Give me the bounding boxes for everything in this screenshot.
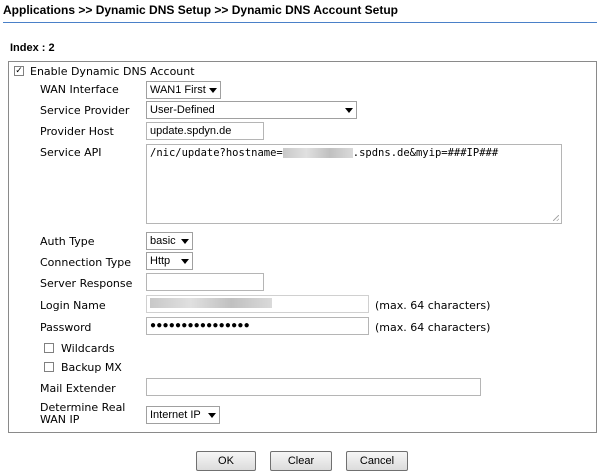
chevron-down-icon [181, 259, 189, 264]
chevron-down-icon [345, 108, 353, 113]
enable-ddns-label: Enable Dynamic DNS Account [30, 65, 195, 78]
login-name-input[interactable] [146, 295, 369, 313]
ddns-account-form: ✓ Enable Dynamic DNS Account WAN Interfa… [8, 61, 597, 433]
wan-interface-label: WAN Interface [40, 83, 119, 96]
connection-type-select[interactable]: Http [146, 252, 193, 270]
clear-button[interactable]: Clear [270, 451, 332, 471]
redacted-hostname [282, 148, 353, 158]
service-api-label: Service API [40, 146, 102, 159]
connection-type-label: Connection Type [40, 256, 132, 269]
resize-grip-icon[interactable] [553, 215, 559, 221]
determine-wan-ip-select[interactable]: Internet IP [146, 406, 220, 424]
login-name-label: Login Name [40, 299, 106, 312]
auth-type-label: Auth Type [40, 235, 95, 248]
service-provider-label: Service Provider [40, 104, 130, 117]
redacted-login [150, 298, 272, 309]
connection-type-value: Http [150, 255, 171, 267]
wan-interface-value: WAN1 First [150, 84, 206, 96]
chevron-down-icon [181, 239, 189, 244]
auth-type-select[interactable]: basic [146, 232, 193, 250]
login-name-hint: (max. 64 characters) [375, 299, 491, 312]
auth-type-value: basic [150, 235, 176, 247]
backup-mx-label: Backup MX [61, 361, 122, 374]
determine-wan-ip-label-line2: WAN IP [40, 413, 80, 426]
server-response-label: Server Response [40, 277, 133, 290]
provider-host-label: Provider Host [40, 125, 114, 138]
password-hint: (max. 64 characters) [375, 321, 491, 334]
password-input[interactable]: ●●●●●●●●●●●●●●●● [146, 317, 369, 335]
wan-interface-select[interactable]: WAN1 First [146, 81, 221, 99]
determine-wan-ip-label: Determine Real WAN IP [40, 402, 125, 426]
wildcards-checkbox[interactable] [44, 343, 54, 353]
chevron-down-icon [208, 413, 216, 418]
mail-extender-input[interactable] [146, 378, 481, 396]
breadcrumb: Applications >> Dynamic DNS Setup >> Dyn… [3, 2, 597, 23]
service-api-prefix: /nic/update?hostname= [150, 147, 283, 159]
service-provider-select[interactable]: User-Defined [146, 101, 357, 119]
wildcards-label: Wildcards [61, 342, 115, 355]
server-response-input[interactable] [146, 273, 264, 291]
ok-button[interactable]: OK [196, 451, 256, 471]
backup-mx-checkbox[interactable] [44, 362, 54, 372]
mail-extender-label: Mail Extender [40, 382, 116, 395]
service-provider-value: User-Defined [150, 104, 215, 116]
cancel-button[interactable]: Cancel [346, 451, 408, 471]
provider-host-input[interactable]: update.spdyn.de [146, 122, 264, 140]
chevron-down-icon [209, 88, 217, 93]
password-label: Password [40, 321, 92, 334]
index-label: Index : 2 [10, 42, 55, 54]
determine-wan-ip-value: Internet IP [150, 409, 201, 421]
enable-ddns-checkbox[interactable]: ✓ [14, 66, 24, 76]
service-api-suffix: .spdns.de&myip=###IP### [352, 147, 499, 159]
service-api-textarea[interactable]: /nic/update?hostname= .spdns.de&myip=###I… [146, 144, 562, 224]
